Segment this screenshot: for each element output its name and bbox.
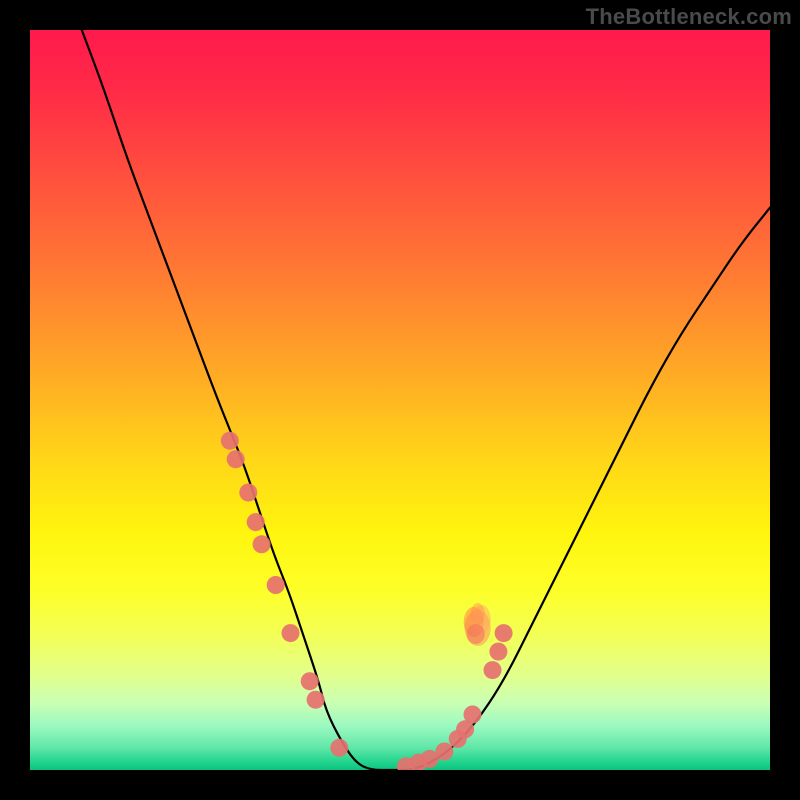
data-marker — [227, 450, 245, 468]
data-marker — [267, 576, 285, 594]
chart-svg — [30, 30, 770, 770]
accent-blob — [464, 603, 491, 646]
accent-blob-part — [467, 624, 485, 644]
data-marker — [464, 706, 482, 724]
markers-left-group — [221, 432, 348, 757]
data-marker — [495, 624, 513, 642]
data-marker — [484, 661, 502, 679]
data-marker — [307, 691, 325, 709]
markers-right-group — [397, 624, 513, 770]
bottleneck-curve — [82, 30, 770, 770]
chart-frame: TheBottleneck.com — [0, 0, 800, 800]
data-marker — [301, 672, 319, 690]
data-marker — [247, 513, 265, 531]
data-marker — [330, 739, 348, 757]
data-marker — [489, 643, 507, 661]
data-marker — [253, 535, 271, 553]
accent-blob-part — [471, 603, 485, 625]
plot-area — [30, 30, 770, 770]
watermark-text: TheBottleneck.com — [586, 4, 792, 30]
data-marker — [239, 484, 257, 502]
curve-group — [82, 30, 770, 770]
data-marker — [221, 432, 239, 450]
data-marker — [435, 743, 453, 761]
data-marker — [282, 624, 300, 642]
